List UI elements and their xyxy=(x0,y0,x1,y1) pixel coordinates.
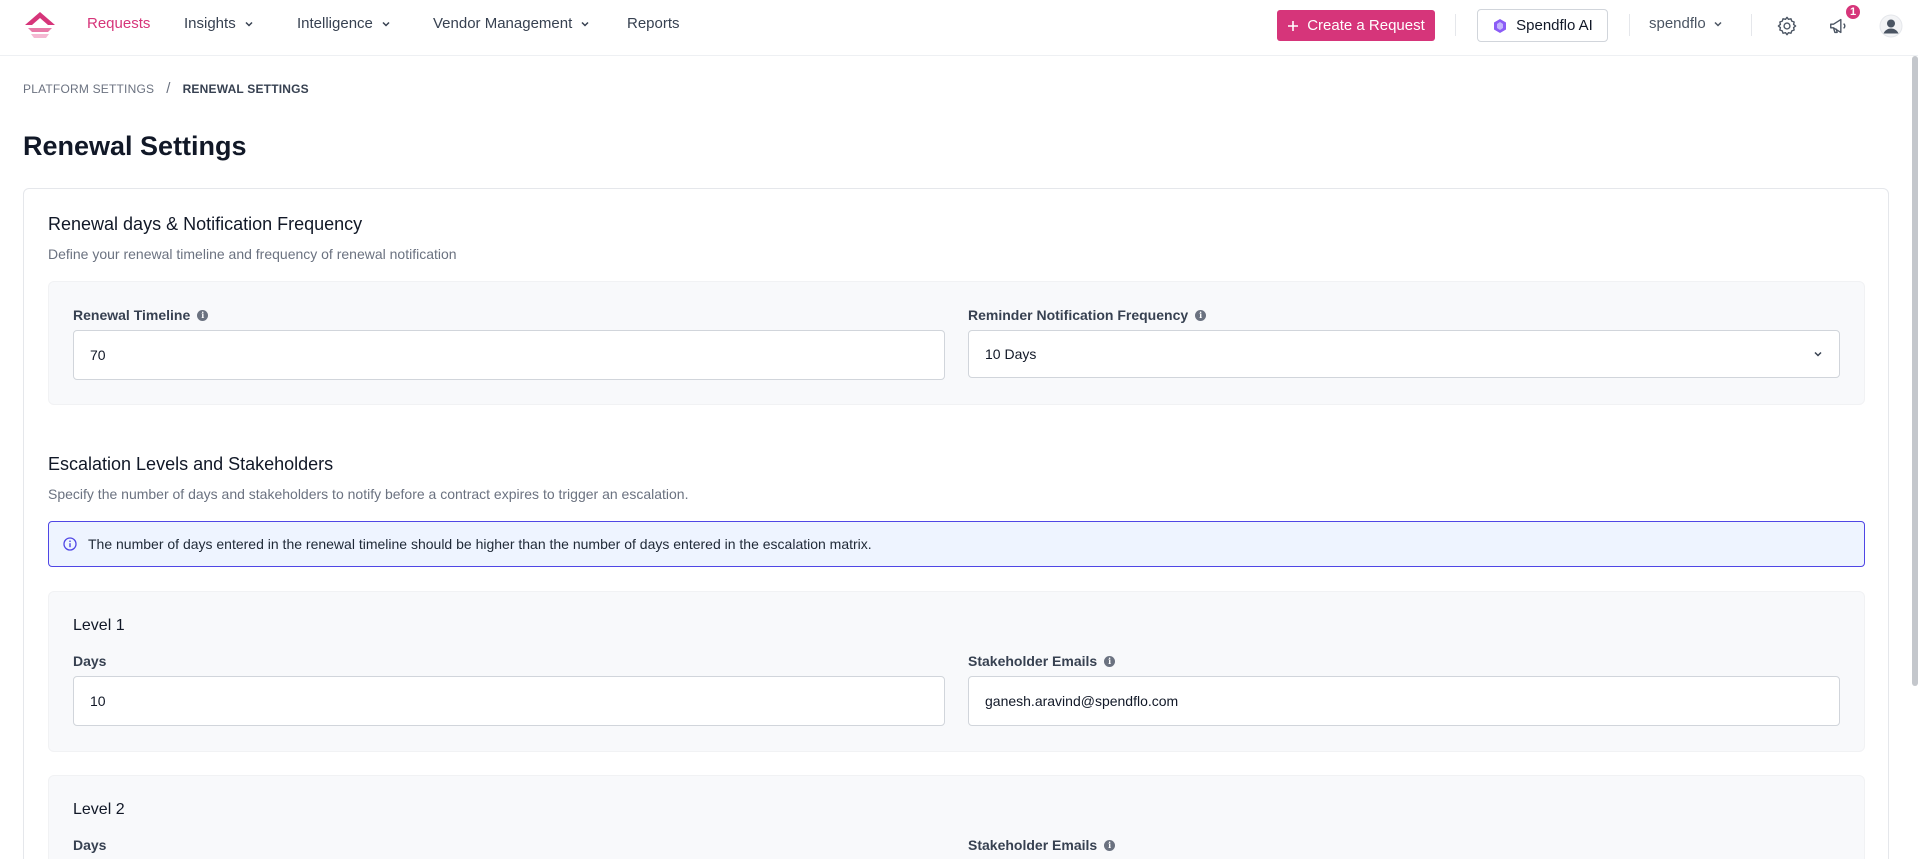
level-1-days-input[interactable]: 10 xyxy=(73,676,945,726)
notification-badge: 1 xyxy=(1844,3,1862,21)
divider xyxy=(1751,14,1752,36)
escalation-section-description: Specify the number of days and stakehold… xyxy=(48,486,689,502)
breadcrumb-renewal-settings: RENEWAL SETTINGS xyxy=(182,81,309,96)
nav-reports[interactable]: Reports xyxy=(627,15,680,32)
info-icon[interactable]: i xyxy=(1104,655,1116,667)
level-1-days-value: 10 xyxy=(90,693,106,709)
renewal-section-title: Renewal days & Notification Frequency xyxy=(48,214,363,234)
renewal-section-description: Define your renewal timeline and frequen… xyxy=(48,246,457,262)
nav-reports-label: Reports xyxy=(627,15,680,32)
notification-frequency-label: Reminder Notification Frequency i xyxy=(968,307,1207,323)
level-2-emails-label-text: Stakeholder Emails xyxy=(968,837,1098,853)
level-2-days-label-text: Days xyxy=(73,837,107,853)
gear-icon xyxy=(1777,16,1797,36)
nav-insights-label: Insights xyxy=(184,15,236,32)
divider xyxy=(1629,14,1630,36)
spendflo-ai-label: Spendflo AI xyxy=(1516,17,1593,34)
escalation-info-alert: The number of days entered in the renewa… xyxy=(48,521,1865,567)
level-1-emails-value: ganesh.aravind@spendflo.com xyxy=(985,693,1179,709)
nav-vendor-management[interactable]: Vendor Management xyxy=(433,15,590,32)
divider xyxy=(1455,14,1456,36)
level-1-emails-label: Stakeholder Emails i xyxy=(968,653,1116,669)
notification-frequency-value: 10 Days xyxy=(985,346,1037,362)
org-label: spendflo xyxy=(1649,15,1706,32)
level-1-title: Level 1 xyxy=(73,617,125,634)
level-2-panel xyxy=(48,775,1865,859)
nav-requests-label: Requests xyxy=(87,15,151,32)
create-request-button[interactable]: Create a Request xyxy=(1277,10,1435,41)
org-switcher[interactable]: spendflo xyxy=(1649,15,1723,32)
settings-button[interactable] xyxy=(1775,14,1799,38)
chevron-down-icon xyxy=(581,21,589,27)
info-icon[interactable]: i xyxy=(1195,309,1207,321)
chevron-down-icon xyxy=(1814,351,1822,357)
level-1-days-label: Days xyxy=(73,653,106,669)
plus-icon xyxy=(1288,20,1299,31)
escalation-section-title: Escalation Levels and Stakeholders xyxy=(48,454,334,474)
create-request-label: Create a Request xyxy=(1307,17,1425,34)
user-avatar-icon xyxy=(1879,14,1903,38)
page-scrollbar[interactable] xyxy=(1912,56,1918,686)
level-1-panel xyxy=(48,591,1865,752)
level-1-days-label-text: Days xyxy=(73,653,107,669)
chevron-down-icon xyxy=(245,21,253,27)
notification-frequency-label-text: Reminder Notification Frequency xyxy=(968,307,1189,323)
level-1-emails-input[interactable]: ganesh.aravind@spendflo.com xyxy=(968,676,1840,726)
nav-requests[interactable]: Requests xyxy=(87,15,150,32)
escalation-alert-text: The number of days entered in the renewa… xyxy=(88,536,872,552)
renewal-timeline-label-text: Renewal Timeline xyxy=(73,307,191,323)
user-avatar[interactable] xyxy=(1879,14,1903,38)
info-icon[interactable]: i xyxy=(1104,839,1116,851)
top-navigation-bar: Requests Insights Intelligence Vendor Ma… xyxy=(0,0,1918,56)
page-title: Renewal Settings xyxy=(23,131,247,161)
level-2-title: Level 2 xyxy=(73,801,125,818)
renewal-timeline-value: 70 xyxy=(90,347,106,363)
breadcrumb: PLATFORM SETTINGS / RENEWAL SETTINGS xyxy=(23,80,309,97)
renewal-timeline-label: Renewal Timeline i xyxy=(73,307,209,323)
breadcrumb-separator: / xyxy=(166,80,171,97)
nav-vendor-management-label: Vendor Management xyxy=(433,15,573,32)
chevron-down-icon xyxy=(1714,21,1722,27)
level-1-emails-label-text: Stakeholder Emails xyxy=(968,653,1098,669)
nav-intelligence[interactable]: Intelligence xyxy=(297,15,391,32)
info-circle-icon xyxy=(63,537,77,551)
notification-frequency-select[interactable]: 10 Days xyxy=(968,330,1840,378)
logo-icon[interactable] xyxy=(24,10,56,40)
level-2-days-label: Days xyxy=(73,837,106,853)
nav-intelligence-label: Intelligence xyxy=(297,15,373,32)
renewal-timeline-input[interactable]: 70 xyxy=(73,330,945,380)
info-icon[interactable]: i xyxy=(197,309,209,321)
chevron-down-icon xyxy=(382,21,390,27)
nav-insights[interactable]: Insights xyxy=(184,15,254,32)
spendflo-ai-icon xyxy=(1494,18,1507,33)
breadcrumb-platform-settings[interactable]: PLATFORM SETTINGS xyxy=(23,82,154,96)
spendflo-ai-button[interactable]: Spendflo AI xyxy=(1477,9,1608,42)
level-2-emails-label: Stakeholder Emails i xyxy=(968,837,1116,853)
